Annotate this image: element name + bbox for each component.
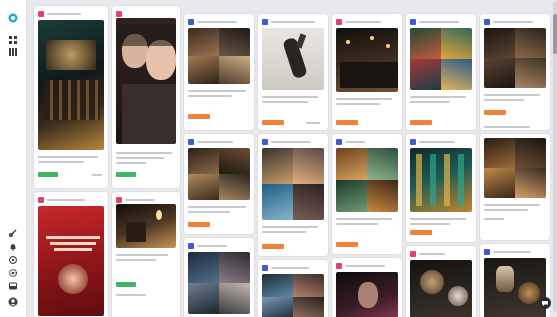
post-card[interactable] bbox=[406, 14, 476, 130]
side-rail bbox=[0, 0, 27, 317]
card-header bbox=[116, 10, 176, 18]
post-photo[interactable] bbox=[410, 148, 472, 212]
post-photo[interactable] bbox=[262, 148, 324, 220]
status-badge[interactable] bbox=[410, 230, 432, 235]
facebook-icon bbox=[336, 139, 342, 145]
status-badge[interactable] bbox=[188, 222, 210, 227]
facebook-icon bbox=[188, 243, 194, 249]
instagram-icon bbox=[410, 251, 416, 257]
post-photo[interactable] bbox=[484, 28, 546, 88]
profile-icon[interactable] bbox=[8, 297, 18, 307]
post-photo[interactable] bbox=[484, 258, 546, 317]
card-header bbox=[336, 262, 398, 270]
chat-icon[interactable] bbox=[539, 297, 551, 309]
post-card[interactable] bbox=[332, 14, 402, 130]
card-header bbox=[336, 138, 398, 146]
facebook-icon bbox=[262, 19, 268, 25]
post-photo[interactable] bbox=[188, 148, 250, 200]
card-header bbox=[188, 242, 250, 250]
logo-icon[interactable] bbox=[8, 13, 18, 23]
instagram-icon bbox=[336, 263, 342, 269]
card-header bbox=[116, 196, 176, 204]
post-photo[interactable] bbox=[188, 252, 250, 314]
inbox-icon[interactable] bbox=[8, 281, 18, 291]
post-card[interactable] bbox=[332, 134, 402, 254]
status-badge[interactable] bbox=[38, 172, 58, 177]
post-photo[interactable] bbox=[410, 260, 472, 317]
instagram-icon bbox=[336, 19, 342, 25]
status-badge[interactable] bbox=[484, 110, 506, 115]
post-card[interactable] bbox=[332, 258, 402, 317]
post-card[interactable] bbox=[184, 134, 254, 234]
grid-icon[interactable] bbox=[8, 35, 18, 45]
post-photo[interactable] bbox=[336, 272, 398, 317]
facebook-icon bbox=[484, 249, 490, 255]
facebook-icon bbox=[188, 139, 194, 145]
card-header bbox=[262, 18, 324, 26]
card-header bbox=[38, 10, 104, 18]
scrollbar-thumb[interactable] bbox=[553, 14, 557, 54]
post-photo[interactable] bbox=[410, 28, 472, 90]
instagram-icon bbox=[116, 11, 122, 17]
instagram-icon bbox=[116, 197, 122, 203]
post-photo[interactable] bbox=[336, 148, 398, 212]
post-photo[interactable] bbox=[262, 28, 324, 90]
status-badge[interactable] bbox=[336, 120, 358, 125]
instagram-icon bbox=[38, 11, 44, 17]
post-card[interactable] bbox=[258, 134, 328, 256]
card-header bbox=[38, 196, 104, 204]
post-card[interactable] bbox=[406, 246, 476, 317]
settings-icon[interactable] bbox=[8, 268, 18, 278]
post-photo[interactable] bbox=[262, 274, 324, 317]
link-icon[interactable] bbox=[8, 228, 18, 238]
status-badge[interactable] bbox=[116, 172, 136, 177]
card-header bbox=[410, 138, 472, 146]
status-badge[interactable] bbox=[336, 242, 358, 247]
post-photo[interactable] bbox=[38, 20, 104, 150]
post-card[interactable] bbox=[480, 14, 550, 130]
facebook-icon bbox=[262, 265, 268, 271]
post-board bbox=[30, 0, 557, 317]
post-photo[interactable] bbox=[188, 28, 250, 84]
card-header bbox=[262, 264, 324, 272]
card-header bbox=[410, 18, 472, 26]
facebook-icon bbox=[484, 19, 490, 25]
facebook-icon bbox=[410, 19, 416, 25]
board-scrollbar[interactable] bbox=[553, 2, 557, 312]
post-photo[interactable] bbox=[38, 206, 104, 316]
card-header bbox=[188, 18, 250, 26]
columns-icon[interactable] bbox=[8, 47, 18, 57]
post-card[interactable] bbox=[34, 6, 108, 188]
card-header bbox=[484, 248, 546, 256]
facebook-icon bbox=[188, 19, 194, 25]
help-icon[interactable] bbox=[8, 255, 18, 265]
post-card[interactable] bbox=[184, 238, 254, 317]
card-header bbox=[336, 18, 398, 26]
facebook-icon bbox=[262, 139, 268, 145]
card-header bbox=[188, 138, 250, 146]
post-card[interactable] bbox=[258, 260, 328, 317]
card-header bbox=[410, 250, 472, 258]
card-header bbox=[262, 138, 324, 146]
post-card[interactable] bbox=[258, 14, 328, 130]
post-card[interactable] bbox=[112, 6, 180, 188]
status-badge[interactable] bbox=[116, 282, 136, 287]
facebook-icon bbox=[410, 139, 416, 145]
status-badge[interactable] bbox=[262, 120, 284, 125]
post-photo[interactable] bbox=[336, 28, 398, 92]
post-photo[interactable] bbox=[484, 138, 546, 198]
post-photo[interactable] bbox=[116, 204, 176, 248]
post-photo[interactable] bbox=[116, 18, 176, 144]
post-card[interactable] bbox=[34, 192, 108, 317]
post-card[interactable] bbox=[480, 134, 550, 240]
post-card[interactable] bbox=[112, 192, 180, 317]
post-card[interactable] bbox=[184, 14, 254, 130]
instagram-icon bbox=[38, 197, 44, 203]
status-badge[interactable] bbox=[410, 120, 432, 125]
status-badge[interactable] bbox=[262, 244, 284, 249]
status-badge[interactable] bbox=[188, 114, 210, 119]
post-card[interactable] bbox=[406, 134, 476, 242]
card-header bbox=[484, 18, 546, 26]
bell-icon[interactable] bbox=[8, 242, 18, 252]
